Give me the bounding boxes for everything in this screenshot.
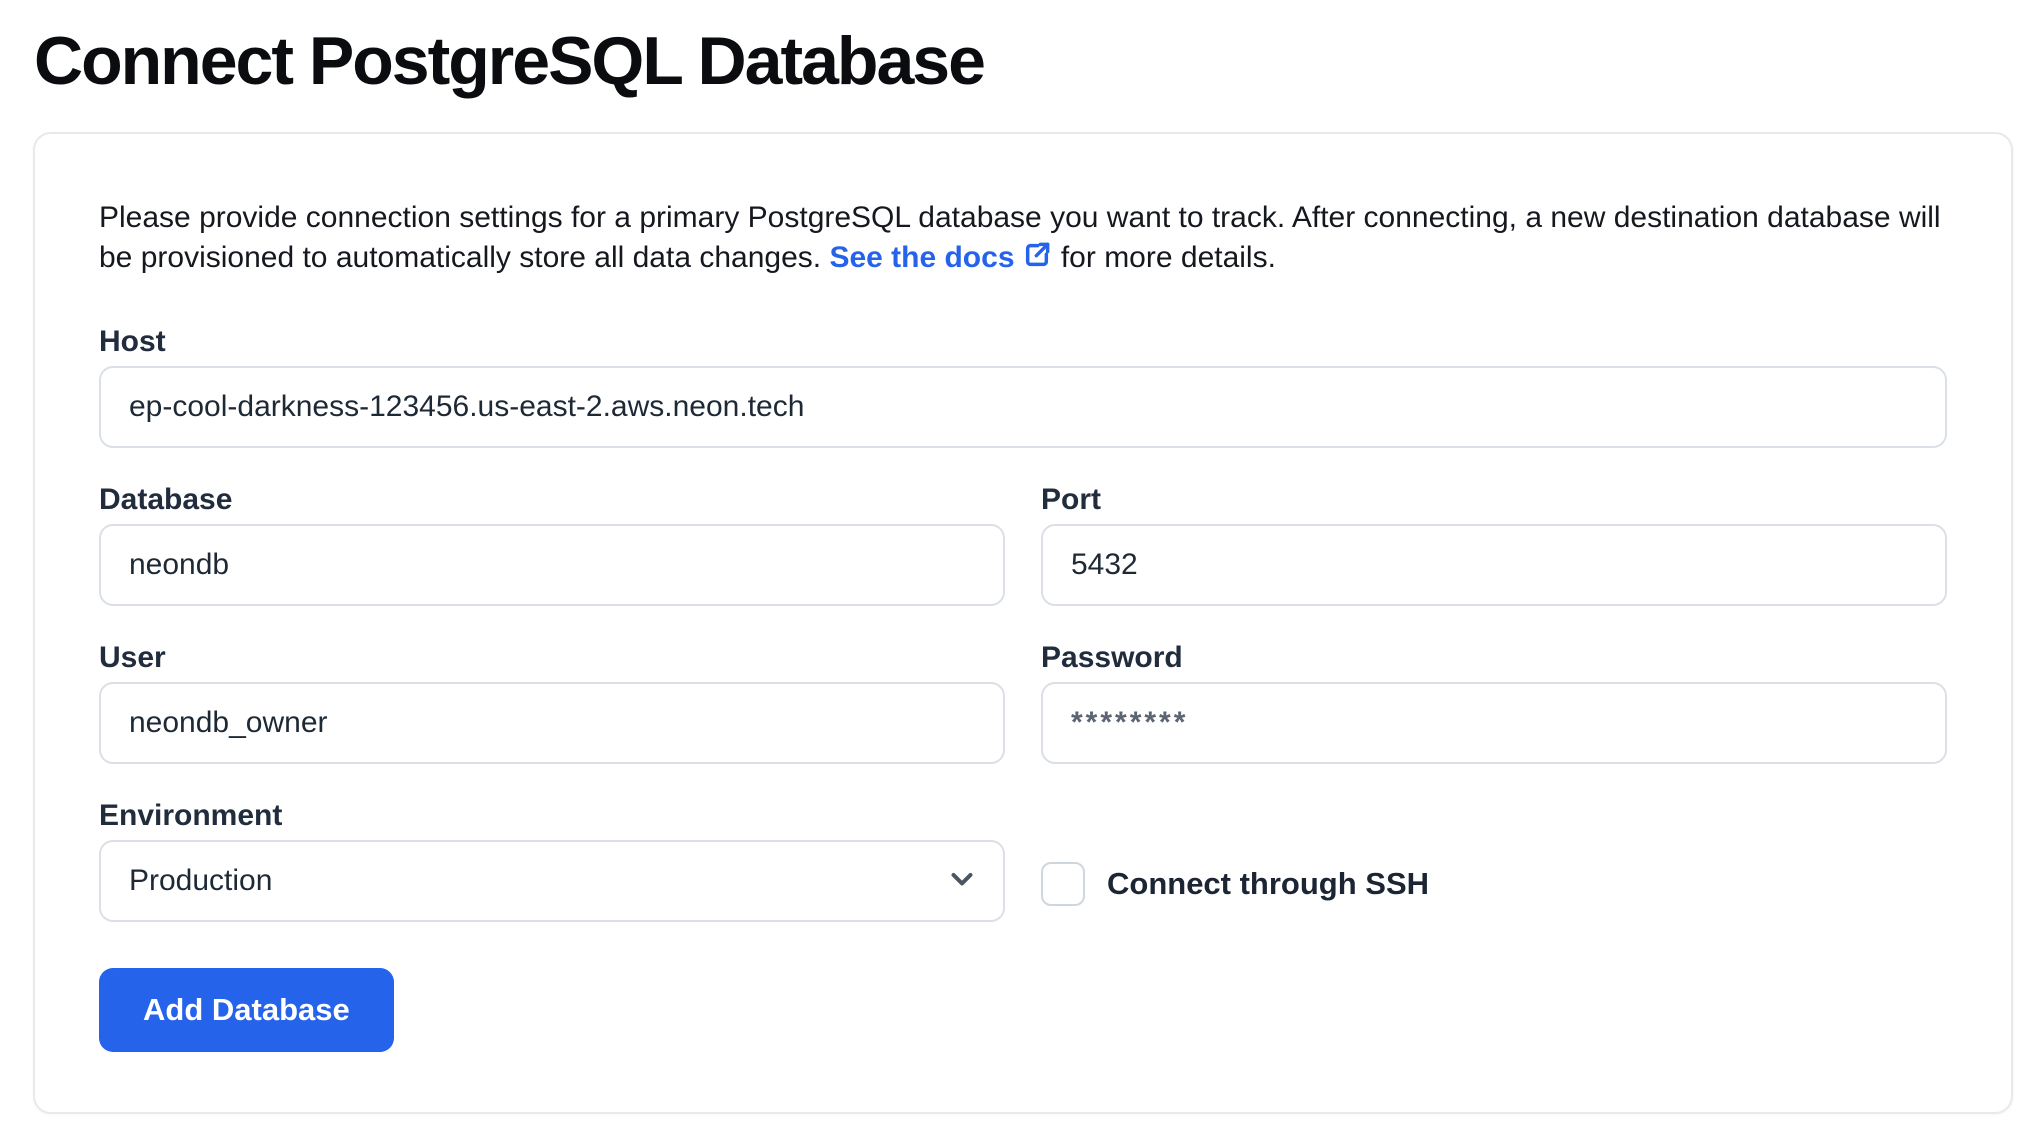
environment-field: Environment Production bbox=[99, 800, 1005, 922]
host-input[interactable] bbox=[99, 366, 1947, 448]
connection-form-card: Please provide connection settings for a… bbox=[33, 132, 2013, 1114]
ssh-option: Connect through SSH bbox=[1041, 862, 1947, 906]
ssh-checkbox[interactable] bbox=[1041, 862, 1085, 906]
description-after-link: for more details. bbox=[1053, 241, 1276, 274]
ssh-checkbox-label[interactable]: Connect through SSH bbox=[1107, 866, 1429, 902]
port-input[interactable] bbox=[1041, 524, 1947, 606]
user-input[interactable] bbox=[99, 682, 1005, 764]
environment-select[interactable]: Production bbox=[99, 840, 1005, 922]
database-field: Database bbox=[99, 484, 1005, 606]
user-field: User bbox=[99, 642, 1005, 764]
host-label: Host bbox=[99, 326, 1947, 358]
user-label: User bbox=[99, 642, 1005, 674]
host-field: Host bbox=[99, 326, 1947, 448]
description-text: Please provide connection settings for a… bbox=[99, 198, 1947, 282]
database-label: Database bbox=[99, 484, 1005, 516]
database-input[interactable] bbox=[99, 524, 1005, 606]
database-port-row: Database Port bbox=[99, 484, 1947, 606]
password-field: Password bbox=[1041, 642, 1947, 764]
environment-select-wrap: Production bbox=[99, 840, 1005, 922]
see-the-docs-link-label: See the docs bbox=[829, 241, 1014, 274]
see-the-docs-link[interactable]: See the docs bbox=[829, 241, 1052, 274]
port-label: Port bbox=[1041, 484, 1947, 516]
user-password-row: User Password bbox=[99, 642, 1947, 764]
external-link-icon bbox=[1021, 239, 1053, 282]
password-input[interactable] bbox=[1041, 682, 1947, 764]
port-field: Port bbox=[1041, 484, 1947, 606]
environment-label: Environment bbox=[99, 800, 1005, 832]
page-title: Connect PostgreSQL Database bbox=[34, 16, 2044, 108]
password-label: Password bbox=[1041, 642, 1947, 674]
environment-ssh-row: Environment Production Connect through S… bbox=[99, 800, 1947, 922]
add-database-button[interactable]: Add Database bbox=[99, 968, 394, 1052]
